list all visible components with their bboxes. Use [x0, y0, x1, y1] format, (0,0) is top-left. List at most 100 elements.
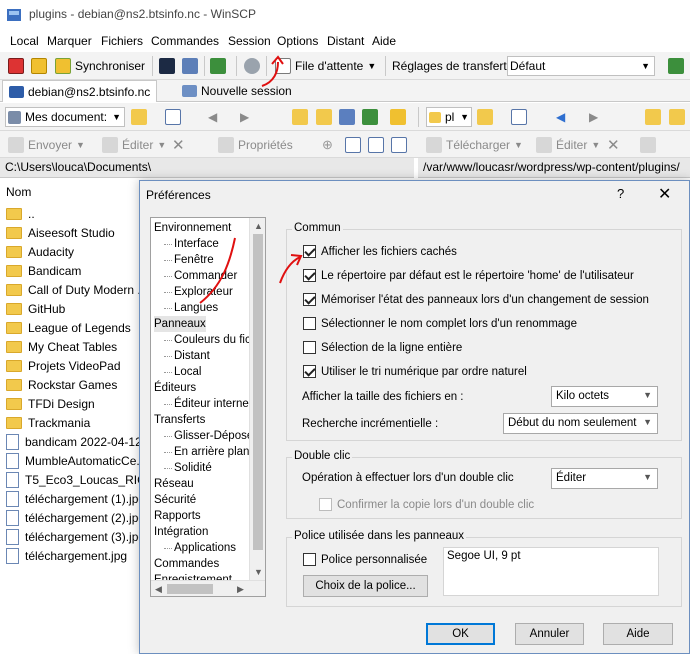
menu-options[interactable]: Options: [277, 34, 318, 48]
home-icon[interactable]: [339, 107, 355, 127]
tree-vertical-scrollbar[interactable]: ▲ ▼: [249, 218, 265, 580]
open-folder-icon[interactable]: [131, 107, 147, 127]
tree-item[interactable]: Couleurs du fic: [174, 332, 251, 348]
file-list-item[interactable]: MumbleAutomaticCe...: [6, 451, 146, 470]
forward-arrow-icon[interactable]: ▶: [240, 107, 249, 127]
tree-item[interactable]: Distant: [174, 348, 210, 364]
tree-item[interactable]: Local: [174, 364, 202, 380]
new-dir-icon[interactable]: ⊕: [322, 135, 333, 155]
scroll-down-icon[interactable]: ▼: [254, 567, 263, 577]
right-root-dir-icon[interactable]: [669, 107, 685, 127]
file-list-item[interactable]: My Cheat Tables: [6, 337, 117, 356]
invert-select-icon[interactable]: [391, 135, 407, 155]
right-filter-icon[interactable]: [511, 107, 527, 127]
right-properties-icon[interactable]: [640, 135, 656, 155]
tree-item[interactable]: Fenêtre: [174, 252, 214, 268]
putty-icon[interactable]: [182, 56, 198, 76]
tree-item[interactable]: Panneaux: [154, 316, 206, 332]
tab-session[interactable]: debian@ns2.btsinfo.nc: [2, 80, 158, 102]
checkbox[interactable]: [303, 269, 316, 282]
refresh-panel-icon[interactable]: [362, 107, 378, 127]
checkbox[interactable]: [303, 245, 316, 258]
checkbox[interactable]: [303, 317, 316, 330]
option-full-name-rename[interactable]: Sélectionner le nom complet lors d'un re…: [303, 317, 577, 330]
checkbox[interactable]: [303, 553, 316, 566]
compare-dirs-icon[interactable]: [31, 56, 47, 76]
tree-item[interactable]: Éditeur interne: [174, 396, 249, 412]
tree-horizontal-scrollbar[interactable]: ◀ ▶: [151, 580, 265, 596]
double-click-op-select[interactable]: Éditer ▼: [551, 468, 658, 489]
close-icon[interactable]: ✕: [658, 184, 671, 204]
local-root-icon[interactable]: [8, 56, 24, 76]
option-custom-font[interactable]: Police personnalisée: [303, 553, 427, 566]
file-list-item[interactable]: TFDi Design: [6, 394, 95, 413]
ok-button[interactable]: OK: [426, 623, 495, 645]
tree-hscroll-thumb[interactable]: [167, 584, 213, 594]
menu-aide[interactable]: Aide: [372, 34, 396, 48]
help-button[interactable]: Aide: [603, 623, 673, 645]
tree-item[interactable]: Éditeurs: [154, 380, 196, 396]
menu-marquer[interactable]: Marquer: [47, 34, 92, 48]
menu-local[interactable]: Local: [10, 34, 39, 48]
tree-item[interactable]: Applications: [174, 540, 236, 556]
size-unit-select[interactable]: Kilo octets ▼: [551, 386, 658, 407]
refresh-icon[interactable]: [210, 56, 226, 76]
right-delete-icon[interactable]: ✕: [607, 135, 620, 155]
transfer-settings-select[interactable]: Défaut ▼: [507, 56, 655, 76]
menu-fichiers[interactable]: Fichiers: [101, 34, 143, 48]
option-home-default[interactable]: Le répertoire par défaut est le répertoi…: [303, 269, 634, 282]
tree-item[interactable]: Environnement: [154, 220, 231, 236]
file-list-item[interactable]: téléchargement (3).jpg: [6, 527, 145, 546]
tree-item[interactable]: Solidité: [174, 460, 212, 476]
right-open-folder-icon[interactable]: [477, 107, 493, 127]
file-list-item[interactable]: téléchargement (1).jpg: [6, 489, 145, 508]
queue-button[interactable]: File d'attente ▼: [275, 56, 376, 76]
tree-item[interactable]: Glisser-Dépose: [174, 428, 253, 444]
menu-distant[interactable]: Distant: [327, 34, 364, 48]
tree-item[interactable]: Commandes: [154, 556, 219, 572]
right-location-select[interactable]: pl ▼: [426, 107, 472, 127]
tree-item[interactable]: Transferts: [154, 412, 205, 428]
scroll-up-icon[interactable]: ▲: [254, 221, 263, 231]
right-back-arrow-icon[interactable]: ◀: [556, 107, 565, 127]
option-remember-state[interactable]: Mémoriser l'état des panneaux lors d'un …: [303, 293, 649, 306]
tree-item[interactable]: Commander: [174, 268, 237, 284]
gear-icon[interactable]: [244, 56, 260, 76]
option-confirm-copy[interactable]: Confirmer la copie lors d'un double clic: [319, 498, 534, 511]
menu-session[interactable]: Session: [228, 34, 271, 48]
file-list-item[interactable]: Call of Duty Modern ...: [6, 280, 147, 299]
tree-scroll-thumb[interactable]: [253, 234, 263, 550]
tree-item[interactable]: Réseau: [154, 476, 194, 492]
option-full-row-select[interactable]: Sélection de la ligne entière: [303, 341, 462, 354]
tree-item[interactable]: Langues: [174, 300, 218, 316]
menu-commandes[interactable]: Commandes: [151, 34, 219, 48]
tree-item[interactable]: En arrière plan: [174, 444, 249, 460]
scroll-left-icon[interactable]: ◀: [155, 584, 162, 595]
file-list-item[interactable]: Rockstar Games: [6, 375, 117, 394]
find-files-icon[interactable]: [390, 107, 406, 127]
option-show-hidden[interactable]: Afficher les fichiers cachés: [303, 245, 457, 258]
tree-item[interactable]: Intégration: [154, 524, 208, 540]
checkbox[interactable]: [319, 498, 332, 511]
file-list-item[interactable]: Projets VideoPad: [6, 356, 121, 375]
incremental-search-select[interactable]: Début du nom seulement ▼: [503, 413, 658, 434]
left-path-bar[interactable]: C:\Users\louca\Documents\: [0, 158, 414, 178]
tree-item[interactable]: Interface: [174, 236, 219, 252]
file-list-item[interactable]: T5_Eco3_Loucas_RIC...: [6, 470, 156, 489]
right-parent-dir-icon[interactable]: [645, 107, 661, 127]
tree-item[interactable]: Explorateur: [174, 284, 233, 300]
file-list-item[interactable]: téléchargement (2).jpg: [6, 508, 145, 527]
file-list-item[interactable]: ..: [6, 204, 35, 223]
filter-icon[interactable]: [165, 107, 181, 127]
right-edit-button[interactable]: Éditer ▼: [536, 135, 600, 155]
download-button[interactable]: Télécharger ▼: [426, 135, 523, 155]
scroll-right-icon[interactable]: ▶: [237, 584, 244, 595]
left-location-select[interactable]: Mes document: ▼: [5, 107, 125, 127]
file-list-item[interactable]: téléchargement.jpg: [6, 546, 127, 565]
choose-font-button[interactable]: Choix de la police...: [303, 575, 428, 597]
root-dir-icon[interactable]: [316, 107, 332, 127]
synchronize-button[interactable]: Synchroniser: [55, 56, 145, 76]
tree-item[interactable]: Rapports: [154, 508, 201, 524]
console-icon[interactable]: [159, 56, 175, 76]
file-list-item[interactable]: GitHub: [6, 299, 65, 318]
